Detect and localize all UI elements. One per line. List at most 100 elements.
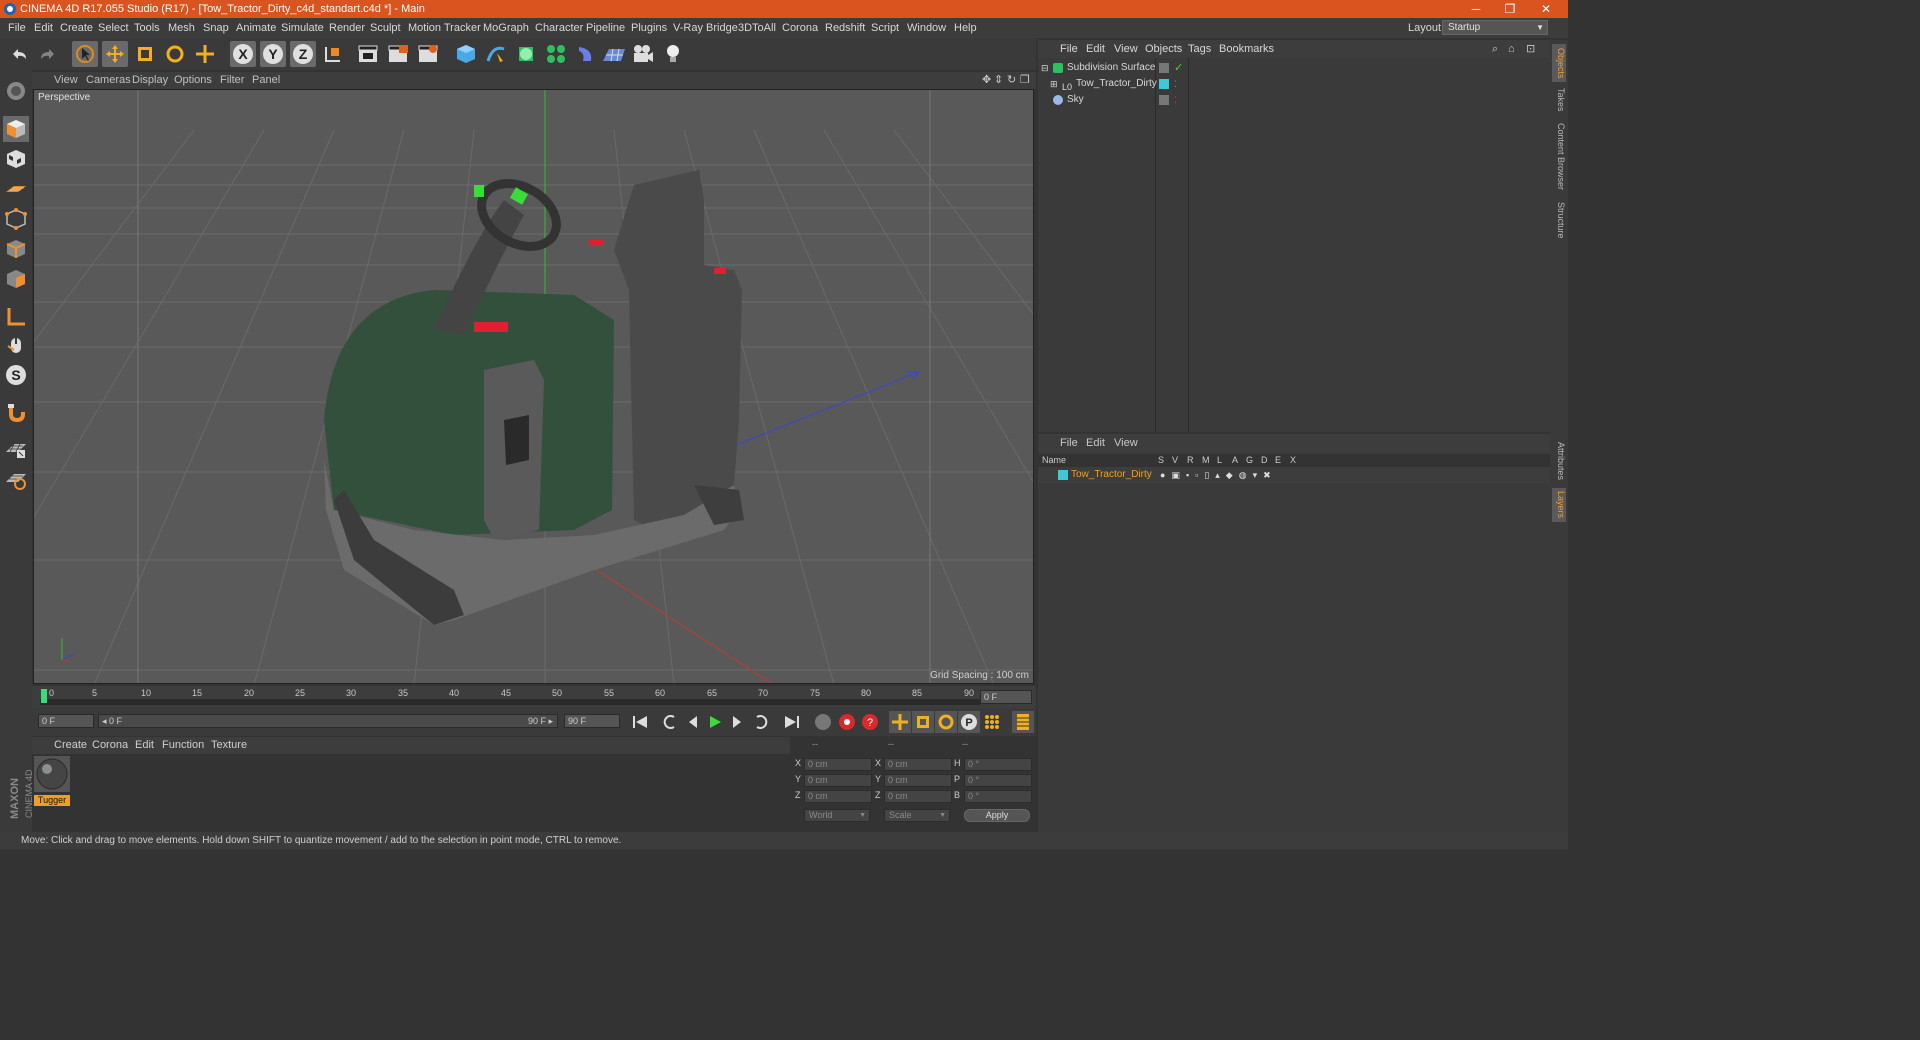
position-z-field[interactable]: 0 cm [804, 790, 872, 803]
magnet-icon[interactable] [3, 400, 29, 426]
menu-mograph[interactable]: MoGraph [483, 18, 529, 38]
subdivision-generator-icon[interactable] [513, 41, 539, 67]
layer-toggle-icons[interactable]: ●▣▪▫▯▴◆◍▾✖ [1160, 467, 1277, 483]
layers-menu-view[interactable]: View [1114, 434, 1138, 452]
current-frame-field[interactable]: 0 F [980, 690, 1032, 704]
menu-script[interactable]: Script [871, 18, 899, 38]
viewport-menu-filter[interactable]: Filter [220, 72, 244, 89]
light-icon[interactable] [660, 41, 686, 67]
objects-menu-bookmarks[interactable]: Bookmarks [1219, 40, 1274, 58]
menu-plugins[interactable]: Plugins [631, 18, 667, 38]
objects-menu-tags[interactable]: Tags [1188, 40, 1211, 58]
go-to-end-icon[interactable] [781, 711, 803, 733]
snap-settings-icon[interactable] [3, 466, 29, 492]
objects-menu-file[interactable]: File [1060, 40, 1078, 58]
material-menu-edit[interactable]: Edit [135, 737, 154, 754]
editor-visibility-icon[interactable] [1159, 63, 1169, 73]
menu-character[interactable]: Character [535, 18, 583, 38]
undo-icon[interactable] [6, 41, 32, 67]
object-row[interactable]: ⊞ L0 Tow_Tractor_Dirty ⁚ [1038, 76, 1550, 92]
material-menu-create[interactable]: Create [54, 737, 87, 754]
rotation-b-field[interactable]: 0 ° [964, 790, 1032, 803]
start-frame-field[interactable]: 0 F [38, 714, 94, 728]
enabled-check-icon[interactable]: ✓ [1174, 60, 1183, 76]
column-render[interactable]: R [1187, 454, 1194, 467]
column-locked[interactable]: L [1217, 454, 1222, 467]
solo-s-icon[interactable]: S [3, 362, 29, 388]
position-x-field[interactable]: 0 cm [804, 758, 872, 771]
previous-keyframe-icon[interactable] [659, 711, 681, 733]
edit-render-settings-icon[interactable] [415, 41, 441, 67]
rotation-p-field[interactable]: 0 ° [964, 774, 1032, 787]
collapse-icon[interactable]: ⊟ [1041, 60, 1049, 76]
close-button[interactable]: ✕ [1528, 0, 1564, 18]
make-editable-icon[interactable] [3, 78, 29, 104]
polygons-mode-icon[interactable] [3, 266, 29, 292]
pen-spline-icon[interactable] [483, 41, 509, 67]
material-menu-function[interactable]: Function [162, 737, 204, 754]
new-view-icon[interactable]: ⊡ [1526, 40, 1535, 58]
axis-mode-icon[interactable] [3, 304, 29, 330]
perspective-viewport[interactable]: Perspective Grid Spacing : 100 cm [33, 89, 1034, 684]
object-row[interactable]: ⊟ Subdivision Surface ✓ [1038, 60, 1550, 76]
editor-visibility-icon[interactable] [1159, 95, 1169, 105]
search-icon[interactable]: ⌕ [1492, 40, 1498, 58]
record-disabled-icon[interactable] [812, 711, 834, 733]
move-icon[interactable] [102, 41, 128, 67]
deformer-icon[interactable] [573, 41, 599, 67]
layers-menu-edit[interactable]: Edit [1086, 434, 1105, 452]
material-tugger[interactable]: Tugger [34, 756, 70, 806]
position-y-field[interactable]: 0 cm [804, 774, 872, 787]
menu-3dtoall[interactable]: 3DToAll [738, 18, 776, 38]
apply-button[interactable]: Apply [964, 809, 1030, 822]
menu-animate[interactable]: Animate [236, 18, 276, 38]
tab-content-browser[interactable]: Content Browser [1552, 120, 1566, 194]
workplane-icon[interactable] [3, 176, 29, 202]
viewport-menu-cameras[interactable]: Cameras [86, 72, 131, 89]
menu-window[interactable]: Window [907, 18, 946, 38]
menu-file[interactable]: File [8, 18, 26, 38]
menu-sculpt[interactable]: Sculpt [370, 18, 401, 38]
restore-button[interactable]: ❐ [1492, 0, 1528, 18]
camera-icon[interactable] [630, 41, 656, 67]
objects-menu-objects[interactable]: Objects [1145, 40, 1182, 58]
key-point-level-icon[interactable] [981, 711, 1003, 733]
size-mode-select[interactable]: Scale ▼ [884, 809, 950, 822]
texture-mode-icon[interactable] [3, 146, 29, 172]
tweak-mode-icon[interactable] [3, 332, 29, 358]
end-frame-field[interactable]: 90 F [564, 714, 620, 728]
record-active-keys-icon[interactable] [836, 711, 858, 733]
tab-objects[interactable]: Objects [1552, 44, 1566, 82]
layers-menu-file[interactable]: File [1060, 434, 1078, 452]
key-rotation-icon[interactable] [935, 711, 957, 733]
rotation-h-field[interactable]: 0 ° [964, 758, 1032, 771]
tab-attributes[interactable]: Attributes [1552, 438, 1566, 484]
viewport-nav-rotate-icon[interactable]: ↻ [1007, 72, 1016, 89]
menu-render[interactable]: Render [329, 18, 365, 38]
cube-primitive-icon[interactable] [453, 41, 479, 67]
menu-edit[interactable]: Edit [34, 18, 53, 38]
column-xref[interactable]: X [1290, 454, 1296, 467]
tab-takes[interactable]: Takes [1552, 86, 1566, 114]
size-y-field[interactable]: 0 cm [884, 774, 952, 787]
column-generators[interactable]: G [1246, 454, 1253, 467]
menu-tools[interactable]: Tools [134, 18, 160, 38]
snap-grid-icon[interactable] [3, 436, 29, 462]
column-name[interactable]: Name [1042, 454, 1066, 467]
column-deformers[interactable]: D [1261, 454, 1268, 467]
tab-layers[interactable]: Layers [1552, 488, 1566, 522]
key-position-icon[interactable] [889, 711, 911, 733]
size-x-field[interactable]: 0 cm [884, 758, 952, 771]
menu-create[interactable]: Create [60, 18, 93, 38]
layout-select[interactable]: Startup ▼ [1442, 20, 1548, 35]
frame-range-slider[interactable]: ◂ 0 F 90 F ▸ [98, 714, 558, 728]
render-view-icon[interactable] [355, 41, 381, 67]
key-scale-icon[interactable] [912, 711, 934, 733]
column-solo[interactable]: S [1158, 454, 1164, 467]
menu-corona[interactable]: Corona [782, 18, 818, 38]
model-mode-icon[interactable] [3, 116, 29, 142]
objects-menu-edit[interactable]: Edit [1086, 40, 1105, 58]
viewport-menu-display[interactable]: Display [132, 72, 168, 89]
viewport-maximize-icon[interactable]: ❐ [1020, 72, 1030, 89]
menu-redshift[interactable]: Redshift [825, 18, 865, 38]
